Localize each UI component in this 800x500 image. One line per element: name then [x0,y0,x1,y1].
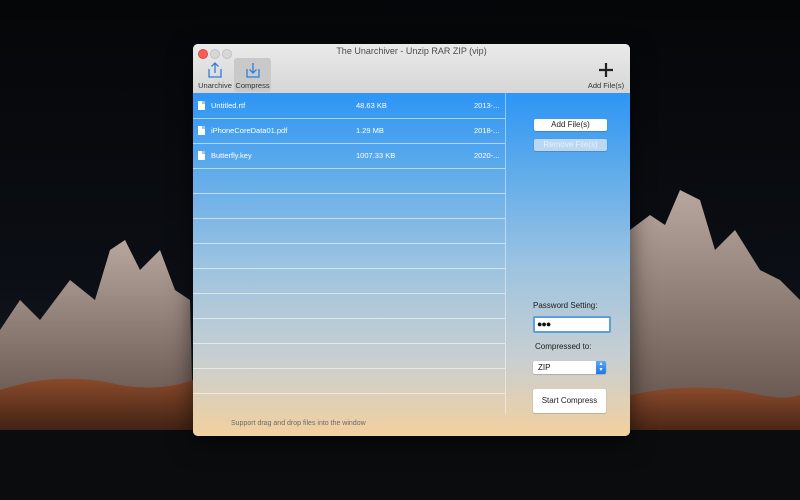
table-row[interactable]: Untitled.rtf 48.63 KB 2013-... [193,93,505,119]
plus-icon [599,63,613,77]
format-value: ZIP [538,363,551,372]
title-bar: The Unarchiver - Unzip RAR ZIP (vip) Una… [193,44,630,94]
table-row[interactable]: iPhoneCoreData01.pdf 1.29 MB 2018-... [193,118,505,144]
file-list[interactable]: Untitled.rtf 48.63 KB 2013-... iPhoneCor… [193,93,506,414]
compress-label: Compress [235,81,270,90]
empty-row [193,243,505,269]
table-row[interactable]: Butterfly.key 1007.33 KB 2020-... [193,143,505,169]
remove-files-button[interactable]: Remove File(s) [534,139,607,151]
empty-row [193,193,505,219]
compressed-to-label: Compressed to: [535,342,592,351]
empty-row [193,318,505,344]
file-size: 1.29 MB [356,126,384,135]
empty-row [193,343,505,369]
add-files-tool-button[interactable]: Add File(s) [586,58,626,92]
empty-row [193,268,505,294]
add-files-button[interactable]: Add File(s) [534,119,607,131]
file-date: 2020-... [474,151,500,160]
start-compress-button[interactable]: Start Compress [533,389,606,413]
file-size: 1007.33 KB [356,151,396,160]
app-window: The Unarchiver - Unzip RAR ZIP (vip) Una… [193,44,630,436]
drag-drop-hint: Support drag and drop files into the win… [231,420,366,427]
unarchive-icon [208,62,222,78]
unarchive-tool-button[interactable]: Unarchive [195,58,235,92]
compress-tool-button[interactable]: Compress [234,58,271,92]
file-name: Butterfly.key [211,151,252,160]
file-size: 48.63 KB [356,101,387,110]
password-label: Password Setting: [533,301,598,310]
file-name: iPhoneCoreData01.pdf [211,126,288,135]
compress-icon [245,63,260,78]
format-select[interactable]: ZIP ▴ ▾ [533,361,606,374]
password-field[interactable]: ●●● [533,316,611,333]
file-date: 2013-... [474,101,500,110]
empty-row [193,218,505,244]
window-title: The Unarchiver - Unzip RAR ZIP (vip) [336,46,487,56]
document-icon [198,126,205,135]
document-icon [198,151,205,160]
empty-row [193,168,505,194]
main-content: Untitled.rtf 48.63 KB 2013-... iPhoneCor… [193,93,630,436]
empty-row [193,368,505,394]
file-date: 2018-... [474,126,500,135]
unarchive-label: Unarchive [198,81,232,90]
stepper-icon: ▴ ▾ [596,361,606,374]
file-name: Untitled.rtf [211,101,246,110]
add-files-tool-label: Add File(s) [587,81,625,90]
empty-row [193,293,505,319]
document-icon [198,101,205,110]
